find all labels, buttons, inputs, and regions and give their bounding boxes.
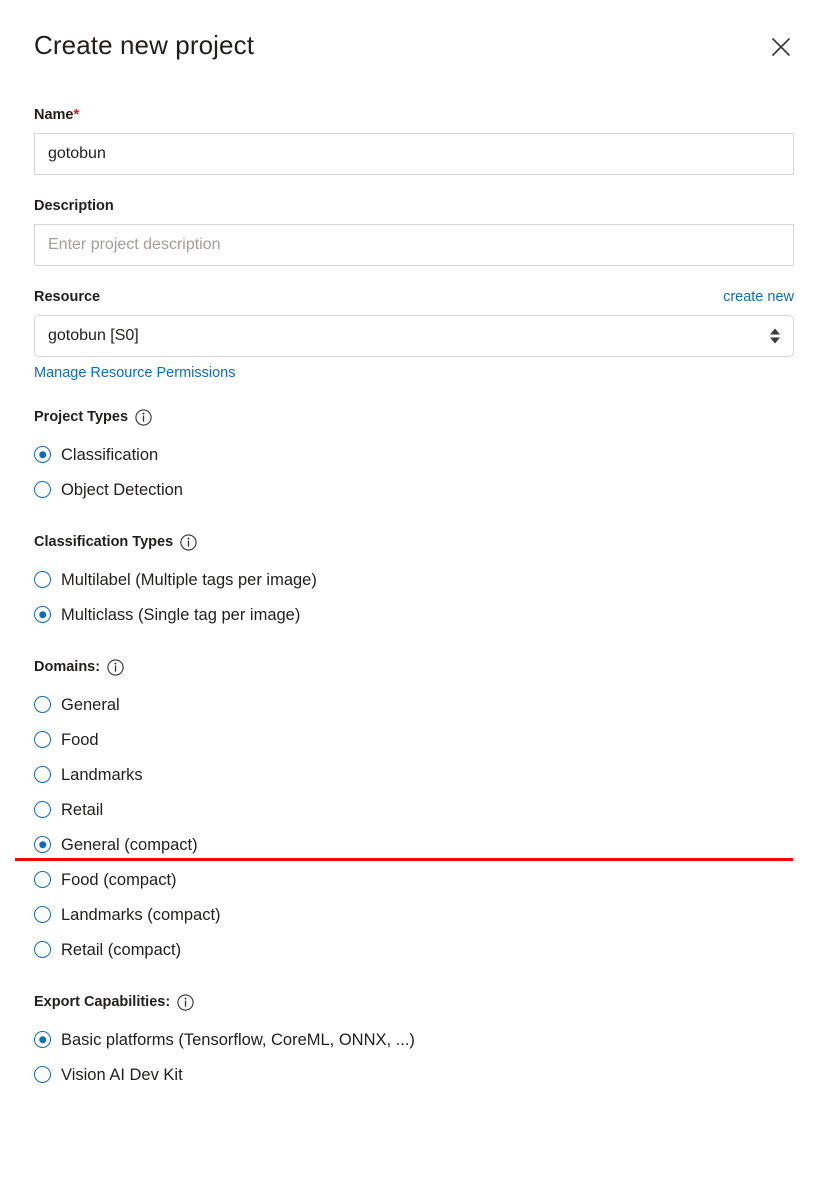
radio-label: Landmarks (compact)	[61, 905, 221, 924]
radio-label: Object Detection	[61, 480, 183, 499]
project-types-heading-label: Project Types	[34, 409, 129, 425]
resource-label: Resource	[34, 289, 101, 305]
radio-label: Food	[61, 730, 99, 749]
resource-select[interactable]: gotobun [S0]	[34, 315, 794, 357]
name-field-block: Name*	[34, 106, 794, 175]
radio-label: Classification	[61, 445, 159, 464]
radio-label: Vision AI Dev Kit	[61, 1065, 183, 1084]
radio-indicator	[34, 801, 51, 818]
description-field-block: Description	[34, 197, 794, 266]
name-label: Name*	[34, 107, 80, 123]
radio-domain-food-compact[interactable]: Food (compact)	[34, 862, 794, 897]
radio-label: Retail (compact)	[61, 940, 182, 959]
info-icon[interactable]	[177, 993, 194, 1011]
project-description-input[interactable]	[34, 224, 794, 266]
radio-indicator	[34, 731, 51, 748]
project-types-group: Project Types Classification Object Dete…	[34, 408, 794, 507]
radio-label: Multiclass (Single tag per image)	[61, 605, 301, 624]
resource-select-wrap: gotobun [S0]	[34, 315, 794, 357]
radio-indicator	[34, 871, 51, 888]
radio-label: Retail	[61, 800, 104, 819]
radio-indicator	[34, 696, 51, 713]
radio-indicator	[34, 836, 51, 853]
annotation-underline	[15, 858, 793, 861]
radio-export-vision-ai-dev-kit[interactable]: Vision AI Dev Kit	[34, 1057, 794, 1092]
radio-domain-retail[interactable]: Retail	[34, 792, 794, 827]
radio-indicator	[34, 606, 51, 623]
project-name-input[interactable]	[34, 133, 794, 175]
export-capabilities-heading-label: Export Capabilities:	[34, 994, 171, 1010]
resource-field-block: Resource create new gotobun [S0] Manage …	[34, 288, 794, 382]
radio-label: Basic platforms (Tensorflow, CoreML, ONN…	[61, 1030, 415, 1049]
radio-indicator	[34, 906, 51, 923]
domains-heading: Domains:	[34, 658, 794, 676]
radio-domain-general[interactable]: General	[34, 687, 794, 722]
radio-label: Landmarks	[61, 765, 143, 784]
radio-export-basic-platforms[interactable]: Basic platforms (Tensorflow, CoreML, ONN…	[34, 1022, 794, 1057]
radio-indicator	[34, 1066, 51, 1083]
radio-classification-type-multiclass[interactable]: Multiclass (Single tag per image)	[34, 597, 794, 632]
radio-domain-retail-compact[interactable]: Retail (compact)	[34, 932, 794, 967]
radio-indicator	[34, 941, 51, 958]
radio-project-type-object-detection[interactable]: Object Detection	[34, 472, 794, 507]
resource-label-row: Resource create new	[34, 288, 794, 315]
info-icon[interactable]	[180, 533, 197, 551]
radio-label: General (compact)	[61, 835, 198, 854]
radio-indicator	[34, 446, 51, 463]
required-asterisk: *	[73, 107, 80, 123]
classification-types-heading: Classification Types	[34, 533, 794, 551]
info-icon[interactable]	[107, 658, 124, 676]
export-capabilities-heading: Export Capabilities:	[34, 993, 794, 1011]
export-capabilities-group: Export Capabilities: Basic platforms (Te…	[34, 993, 794, 1092]
radio-domain-food[interactable]: Food	[34, 722, 794, 757]
radio-domain-general-compact[interactable]: General (compact)	[34, 827, 794, 862]
project-types-heading: Project Types	[34, 408, 794, 426]
info-icon[interactable]	[135, 408, 152, 426]
page-title: Create new project	[34, 30, 255, 60]
dialog-header: Create new project	[34, 0, 794, 84]
manage-resource-permissions-link[interactable]: Manage Resource Permissions	[34, 364, 235, 382]
description-label: Description	[34, 198, 114, 214]
close-icon[interactable]	[764, 30, 798, 64]
radio-project-type-classification[interactable]: Classification	[34, 437, 794, 472]
radio-domain-landmarks-compact[interactable]: Landmarks (compact)	[34, 897, 794, 932]
radio-indicator	[34, 766, 51, 783]
create-new-resource-link[interactable]: create new	[723, 288, 794, 306]
radio-indicator	[34, 481, 51, 498]
radio-label: Food (compact)	[61, 870, 177, 889]
classification-types-group: Classification Types Multilabel (Multipl…	[34, 533, 794, 632]
radio-indicator	[34, 571, 51, 588]
create-new-project-dialog: Create new project Name* Description Res…	[0, 0, 828, 1200]
radio-label: Multilabel (Multiple tags per image)	[61, 570, 317, 589]
domains-heading-label: Domains:	[34, 659, 101, 675]
domains-group: Domains: General Food Landmarks Retail G…	[34, 658, 794, 967]
classification-types-heading-label: Classification Types	[34, 534, 174, 550]
radio-label: General	[61, 695, 120, 714]
radio-domain-landmarks[interactable]: Landmarks	[34, 757, 794, 792]
radio-classification-type-multilabel[interactable]: Multilabel (Multiple tags per image)	[34, 562, 794, 597]
radio-indicator	[34, 1031, 51, 1048]
